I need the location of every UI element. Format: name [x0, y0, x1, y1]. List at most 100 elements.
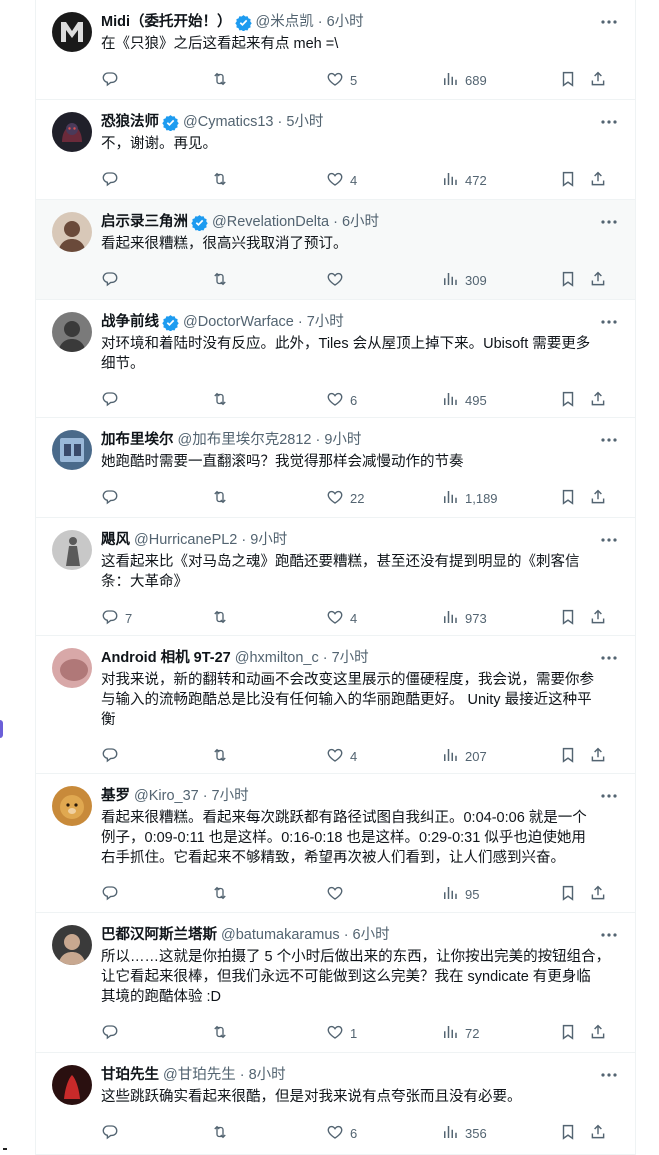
views-button[interactable]: 973	[441, 608, 487, 628]
timestamp[interactable]: 6小时	[353, 925, 390, 945]
user-handle[interactable]: @hxmilton_c	[235, 648, 319, 668]
bookmark-button[interactable]	[559, 608, 577, 628]
more-options-icon[interactable]	[599, 430, 619, 450]
user-handle[interactable]: @HurricanePL2	[134, 530, 237, 550]
views-button[interactable]: 495	[441, 390, 487, 410]
like-button[interactable]: 5	[326, 70, 357, 90]
avatar[interactable]	[52, 112, 92, 152]
retweet-button[interactable]	[211, 884, 235, 904]
reply-button[interactable]	[101, 1123, 125, 1143]
avatar[interactable]	[52, 212, 92, 252]
retweet-button[interactable]	[211, 390, 235, 410]
tweet[interactable]: Android 相机 9T-27 @hxmilton_c · 7小时 对我来说，…	[36, 636, 635, 774]
timestamp[interactable]: 7小时	[212, 786, 249, 806]
retweet-button[interactable]	[211, 270, 235, 290]
like-button[interactable]: 4	[326, 170, 357, 190]
more-options-icon[interactable]	[599, 212, 619, 232]
display-name[interactable]: 飓风	[101, 530, 130, 550]
bookmark-button[interactable]	[559, 390, 577, 410]
user-handle[interactable]: @甘珀先生	[163, 1065, 236, 1085]
bookmark-button[interactable]	[559, 488, 577, 508]
more-options-icon[interactable]	[599, 530, 619, 550]
reply-button[interactable]	[101, 746, 125, 766]
more-options-icon[interactable]	[599, 648, 619, 668]
reply-button[interactable]	[101, 170, 125, 190]
like-button[interactable]: 6	[326, 390, 357, 410]
reply-button[interactable]	[101, 270, 125, 290]
timestamp[interactable]: 8小时	[249, 1065, 286, 1085]
user-handle[interactable]: @Cymatics13	[183, 112, 273, 132]
reply-button[interactable]	[101, 70, 125, 90]
user-handle[interactable]: @RevelationDelta	[212, 212, 329, 232]
views-button[interactable]: 1,189	[441, 488, 498, 508]
share-button[interactable]	[589, 884, 607, 904]
avatar[interactable]	[52, 312, 92, 352]
more-options-icon[interactable]	[599, 12, 619, 32]
display-name[interactable]: 加布里埃尔	[101, 430, 174, 450]
reply-button[interactable]	[101, 1023, 125, 1043]
retweet-button[interactable]	[211, 170, 235, 190]
display-name[interactable]: 甘珀先生	[101, 1065, 159, 1085]
like-button[interactable]	[326, 270, 350, 290]
share-button[interactable]	[589, 270, 607, 290]
display-name[interactable]: 启示录三角洲	[101, 212, 188, 232]
share-button[interactable]	[589, 170, 607, 190]
retweet-button[interactable]	[211, 1023, 235, 1043]
timestamp[interactable]: 7小时	[307, 312, 344, 332]
bookmark-button[interactable]	[559, 170, 577, 190]
display-name[interactable]: 巴都汉阿斯兰塔斯	[101, 925, 217, 945]
bookmark-button[interactable]	[559, 746, 577, 766]
user-handle[interactable]: @Kiro_37	[134, 786, 199, 806]
tweet[interactable]: 基罗 @Kiro_37 · 7小时 看起来很糟糕。看起来每次跳跃都有路径试图自我…	[36, 774, 635, 913]
share-button[interactable]	[589, 70, 607, 90]
timestamp[interactable]: 6小时	[327, 12, 364, 32]
more-options-icon[interactable]	[599, 925, 619, 945]
more-options-icon[interactable]	[599, 786, 619, 806]
tweet[interactable]: 战争前线 @DoctorWarface · 7小时 对环境和着陆时没有反应。此外…	[36, 300, 635, 418]
views-button[interactable]: 689	[441, 70, 487, 90]
like-button[interactable]: 4	[326, 746, 357, 766]
bookmark-button[interactable]	[559, 70, 577, 90]
avatar[interactable]	[52, 12, 92, 52]
tweet[interactable]: 加布里埃尔 @加布里埃尔克2812 · 9小时 她跑酷时需要一直翻滚吗？我觉得那…	[36, 418, 635, 518]
like-button[interactable]: 22	[326, 488, 364, 508]
bookmark-button[interactable]	[559, 1023, 577, 1043]
like-button[interactable]: 6	[326, 1123, 357, 1143]
retweet-button[interactable]	[211, 608, 235, 628]
user-handle[interactable]: @DoctorWarface	[183, 312, 294, 332]
views-button[interactable]: 356	[441, 1123, 487, 1143]
more-options-icon[interactable]	[599, 312, 619, 332]
share-button[interactable]	[589, 488, 607, 508]
retweet-button[interactable]	[211, 488, 235, 508]
reply-button[interactable]	[101, 488, 125, 508]
more-options-icon[interactable]	[599, 1065, 619, 1085]
share-button[interactable]	[589, 1123, 607, 1143]
retweet-button[interactable]	[211, 1123, 235, 1143]
display-name[interactable]: 恐狼法师	[101, 112, 159, 132]
tweet[interactable]: Midi（委托开始！） @米点凯 · 6小时 在《只狼》之后这看起来有点 meh…	[36, 0, 635, 100]
avatar[interactable]	[52, 430, 92, 470]
display-name[interactable]: 基罗	[101, 786, 130, 806]
share-button[interactable]	[589, 1023, 607, 1043]
tweet[interactable]: 巴都汉阿斯兰塔斯 @batumakaramus · 6小时 所以……这就是你拍摄…	[36, 913, 635, 1053]
views-button[interactable]: 95	[441, 884, 479, 904]
tweet[interactable]: 启示录三角洲 @RevelationDelta · 6小时 看起来很糟糕，很高兴…	[36, 200, 635, 300]
avatar[interactable]	[52, 786, 92, 826]
like-button[interactable]: 1	[326, 1023, 357, 1043]
timestamp[interactable]: 9小时	[324, 430, 361, 450]
more-options-icon[interactable]	[599, 112, 619, 132]
retweet-button[interactable]	[211, 746, 235, 766]
retweet-button[interactable]	[211, 70, 235, 90]
timestamp[interactable]: 9小时	[250, 530, 287, 550]
share-button[interactable]	[589, 608, 607, 628]
timestamp[interactable]: 6小时	[342, 212, 379, 232]
bookmark-button[interactable]	[559, 1123, 577, 1143]
bookmark-button[interactable]	[559, 884, 577, 904]
user-handle[interactable]: @加布里埃尔克2812	[178, 430, 312, 450]
display-name[interactable]: Android 相机 9T-27	[101, 648, 231, 668]
like-button[interactable]	[326, 884, 350, 904]
display-name[interactable]: Midi（委托开始！）	[101, 12, 232, 32]
tweet[interactable]: 恐狼法师 @Cymatics13 · 5小时 不，谢谢。再见。 4 472	[36, 100, 635, 200]
user-handle[interactable]: @batumakaramus	[221, 925, 340, 945]
views-button[interactable]: 309	[441, 270, 487, 290]
